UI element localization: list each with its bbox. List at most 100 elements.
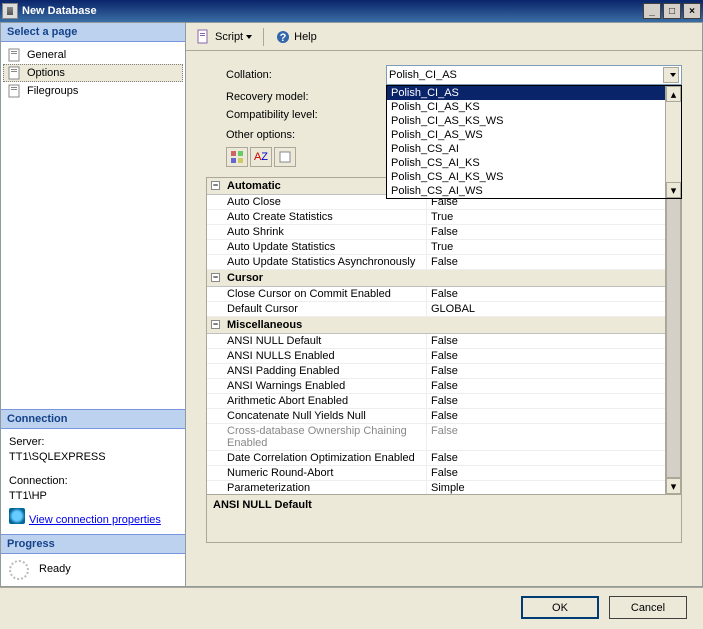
script-label: Script: [215, 31, 243, 43]
connection-props-icon: [9, 508, 25, 524]
grid-property-value[interactable]: Simple: [427, 481, 665, 494]
grid-property-value[interactable]: False: [427, 394, 665, 408]
window-title: New Database: [22, 5, 643, 17]
grid-property-value[interactable]: False: [427, 334, 665, 348]
grid-row[interactable]: ParameterizationSimple: [207, 481, 665, 494]
grid-row[interactable]: ANSI NULL DefaultFalse: [207, 334, 665, 349]
server-label: Server:: [9, 435, 177, 450]
grid-property-value[interactable]: False: [427, 379, 665, 393]
grid-property-value[interactable]: False: [427, 349, 665, 363]
grid-property-value[interactable]: GLOBAL: [427, 302, 665, 316]
grid-property-name: ANSI Padding Enabled: [207, 364, 427, 378]
page-item-options[interactable]: Options: [3, 64, 183, 82]
grid-property-value[interactable]: False: [427, 287, 665, 301]
grid-row[interactable]: Auto ShrinkFalse: [207, 225, 665, 240]
grid-property-name: ANSI Warnings Enabled: [207, 379, 427, 393]
window-controls: _ □ ×: [643, 3, 701, 19]
dropdown-scrollbar[interactable]: ▴ ▾: [665, 86, 681, 198]
grid-row[interactable]: Auto Update Statistics AsynchronouslyFal…: [207, 255, 665, 270]
grid-row[interactable]: ANSI Padding EnabledFalse: [207, 364, 665, 379]
conn-label: Connection:: [9, 474, 177, 489]
collapse-icon[interactable]: −: [211, 273, 220, 282]
dropdown-option[interactable]: Polish_CS_AI_KS: [387, 156, 681, 170]
scroll-up-button[interactable]: ▴: [666, 86, 681, 102]
connection-section: Connection Server: TT1\SQLEXPRESS Connec…: [1, 409, 185, 534]
view-connection-properties-link[interactable]: View connection properties: [29, 513, 161, 528]
grid-row[interactable]: ANSI NULLS EnabledFalse: [207, 349, 665, 364]
dropdown-option[interactable]: Polish_CI_AS_WS: [387, 128, 681, 142]
grid-row[interactable]: Concatenate Null Yields NullFalse: [207, 409, 665, 424]
left-panel: Select a page General Options Filegroups…: [0, 22, 186, 587]
scroll-down-button[interactable]: ▾: [666, 478, 681, 494]
dropdown-option[interactable]: Polish_CI_AS: [387, 86, 681, 100]
script-icon: [196, 29, 212, 45]
scroll-down-button[interactable]: ▾: [666, 182, 681, 198]
grid-row[interactable]: Auto Create StatisticsTrue: [207, 210, 665, 225]
dropdown-option[interactable]: Polish_CS_AI_KS_WS: [387, 170, 681, 184]
grid-row[interactable]: Default CursorGLOBAL: [207, 302, 665, 317]
categorized-button[interactable]: [226, 147, 248, 167]
grid-scrollbar[interactable]: ▴ ▾: [665, 178, 681, 494]
right-panel: Script ? Help Collation: Polish_CI_AS Po…: [186, 22, 703, 587]
help-label: Help: [294, 31, 317, 43]
collation-select[interactable]: Polish_CI_AS: [386, 65, 682, 85]
grid-row[interactable]: Close Cursor on Commit EnabledFalse: [207, 287, 665, 302]
grid-property-value[interactable]: True: [427, 240, 665, 254]
grid-property-value[interactable]: False: [427, 225, 665, 239]
grid-category[interactable]: −Miscellaneous: [207, 317, 665, 334]
dropdown-option[interactable]: Polish_CI_AS_KS: [387, 100, 681, 114]
cancel-button[interactable]: Cancel: [609, 596, 687, 619]
grid-property-value[interactable]: False: [427, 451, 665, 465]
minimize-button[interactable]: _: [643, 3, 661, 19]
grid-row[interactable]: Numeric Round-AbortFalse: [207, 466, 665, 481]
collapse-icon[interactable]: −: [211, 181, 220, 190]
grid-row[interactable]: Arithmetic Abort EnabledFalse: [207, 394, 665, 409]
grid-row[interactable]: Date Correlation Optimization EnabledFal…: [207, 451, 665, 466]
server-value: TT1\SQLEXPRESS: [9, 450, 177, 465]
app-icon: [2, 3, 18, 19]
dropdown-option[interactable]: Polish_CI_AS_KS_WS: [387, 114, 681, 128]
page-label: Options: [27, 67, 65, 79]
help-button[interactable]: ? Help: [271, 27, 321, 47]
grid-property-name: ANSI NULL Default: [207, 334, 427, 348]
page-icon: [7, 65, 23, 81]
collation-dropdown-list[interactable]: Polish_CI_ASPolish_CI_AS_KSPolish_CI_AS_…: [386, 85, 682, 199]
grid-property-value[interactable]: False: [427, 255, 665, 269]
page-item-general[interactable]: General: [3, 46, 183, 64]
grid-property-value[interactable]: False: [427, 364, 665, 378]
grid-category[interactable]: −Cursor: [207, 270, 665, 287]
grid-property-value[interactable]: False: [427, 466, 665, 480]
grid-property-name: Date Correlation Optimization Enabled: [207, 451, 427, 465]
scrollbar-thumb[interactable]: [666, 194, 681, 478]
dropdown-option[interactable]: Polish_CS_AI_WS: [387, 184, 681, 198]
alphabetical-button[interactable]: AZ: [250, 147, 272, 167]
grid-property-name: Parameterization: [207, 481, 427, 494]
grid-property-value[interactable]: False: [427, 409, 665, 423]
dialog-footer: OK Cancel: [0, 587, 703, 627]
grid-row[interactable]: Cross-database Ownership Chaining Enable…: [207, 424, 665, 451]
collapse-icon[interactable]: −: [211, 320, 220, 329]
conn-value: TT1\HP: [9, 489, 177, 504]
chevron-down-icon: [670, 73, 676, 77]
grid-property-value[interactable]: False: [427, 424, 665, 450]
grid-property-value[interactable]: True: [427, 210, 665, 224]
page-item-filegroups[interactable]: Filegroups: [3, 82, 183, 100]
property-pages-button[interactable]: [274, 147, 296, 167]
maximize-button[interactable]: □: [663, 3, 681, 19]
page-label: Filegroups: [27, 85, 78, 97]
other-options-label: Other options:: [226, 129, 386, 141]
property-grid[interactable]: −AutomaticAuto CloseFalseAuto Create Sta…: [206, 177, 682, 495]
dropdown-option[interactable]: Polish_CS_AI: [387, 142, 681, 156]
dropdown-button[interactable]: [663, 67, 679, 83]
toolbar-separator: [263, 28, 264, 46]
script-button[interactable]: Script: [192, 27, 256, 47]
toolbar: Script ? Help: [186, 23, 702, 51]
grid-property-name: Arithmetic Abort Enabled: [207, 394, 427, 408]
grid-property-name: Auto Shrink: [207, 225, 427, 239]
grid-property-name: Auto Update Statistics: [207, 240, 427, 254]
chevron-down-icon: [246, 35, 252, 39]
grid-row[interactable]: ANSI Warnings EnabledFalse: [207, 379, 665, 394]
ok-button[interactable]: OK: [521, 596, 599, 619]
close-button[interactable]: ×: [683, 3, 701, 19]
grid-row[interactable]: Auto Update StatisticsTrue: [207, 240, 665, 255]
